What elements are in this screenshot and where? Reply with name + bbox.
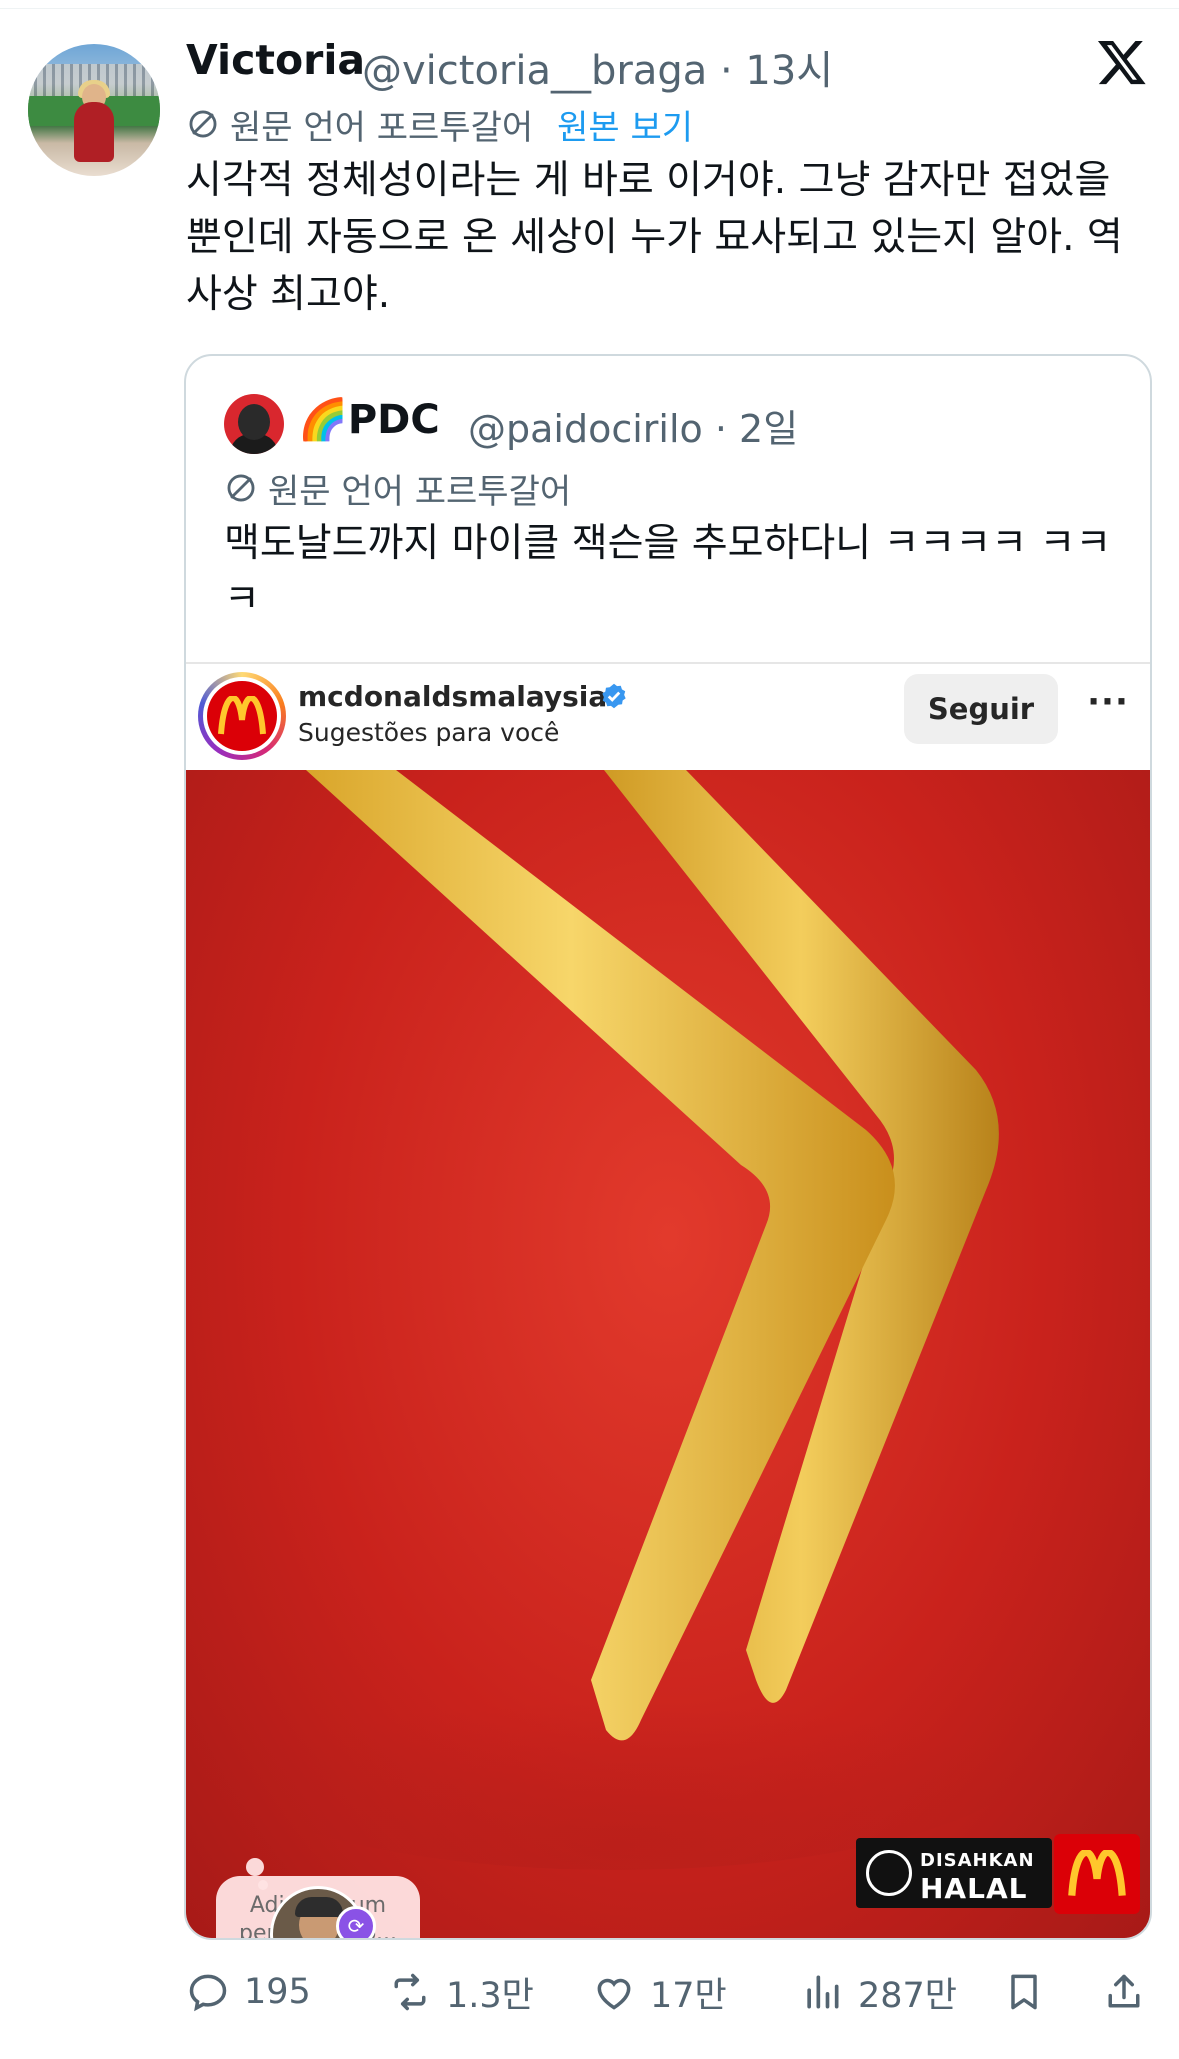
top-divider <box>0 8 1179 9</box>
instagram-username: mcdonaldsmalaysia <box>298 680 608 713</box>
heart-icon <box>597 1978 631 2010</box>
tweet-text: 시각적 정체성이라는 게 바로 이거야. 그냥 감자만 접었을 뿐인데 자동으로… <box>186 158 1123 317</box>
views-chart-icon <box>807 1975 839 2009</box>
like-count: 17만 <box>650 1975 727 2016</box>
reply-icon <box>189 1974 227 2012</box>
halal-seal-icon <box>866 1850 912 1896</box>
author-handle[interactable]: @victoria__braga <box>362 48 707 94</box>
attached-image[interactable]: mcdonaldsmalaysia Sugestões para você Se… <box>186 662 1150 1938</box>
instagram-follow-button: Seguir <box>904 674 1058 744</box>
bookmark-icon <box>1011 1974 1037 2010</box>
quoted-time[interactable]: 2일 <box>739 407 798 451</box>
repost-icon <box>394 1973 426 2011</box>
share-button[interactable] <box>1102 1962 1146 2022</box>
repost-badge-icon: ⟳ <box>336 1906 376 1938</box>
repost-button[interactable]: 1.3만 <box>388 1962 534 2022</box>
instagram-story-ring <box>198 672 286 760</box>
rainbow-emoji-icon: 🌈 <box>298 397 348 443</box>
quoted-handle-time: @paidocirilo · 2일 <box>468 407 799 451</box>
tweet-action-bar: 195 1.3만 17만 287만 <box>186 1962 1152 2022</box>
instagram-more-icon: ··· <box>1087 682 1129 722</box>
mcdonalds-arches-icon <box>1054 1834 1140 1914</box>
reply-button[interactable]: 195 <box>186 1962 311 2022</box>
view-original-link[interactable]: 원본 보기 <box>557 100 693 149</box>
quoted-author-name[interactable]: 🌈PDC <box>298 396 440 443</box>
bookmark-button[interactable] <box>1002 1962 1046 2022</box>
verified-badge-icon <box>602 683 626 709</box>
x-logo-icon[interactable] <box>1096 36 1148 88</box>
dot-separator: · <box>707 48 746 94</box>
author-handle-time: @victoria__braga · 13시 <box>362 38 833 96</box>
author-avatar[interactable] <box>28 44 160 176</box>
tweet-time[interactable]: 13시 <box>745 48 833 94</box>
fries-illustration <box>196 770 1036 1870</box>
quoted-tweet-card[interactable]: 🌈PDC @paidocirilo · 2일 원문 언어 포르투갈어 맥도날드까… <box>184 354 1152 1940</box>
halal-line2: HALAL <box>920 1872 1028 1905</box>
translate-icon <box>227 474 255 502</box>
views-button[interactable]: 287만 <box>800 1962 957 2022</box>
halal-badge: DISAHKAN HALAL <box>856 1838 1052 1908</box>
repost-count: 1.3만 <box>446 1975 534 2016</box>
like-button[interactable]: 17만 <box>592 1962 727 2022</box>
quoted-author-handle[interactable]: @paidocirilo <box>468 407 703 451</box>
author-name[interactable]: Victoria <box>186 36 365 84</box>
translated-from-label: 원문 언어 포르투갈어 <box>230 107 534 148</box>
fries-photo: Adicione um pensamento... <box>186 770 1150 1938</box>
translation-info: 원문 언어 포르투갈어 원본 보기 <box>186 100 693 149</box>
quoted-author-avatar[interactable] <box>224 394 284 454</box>
view-count: 287만 <box>858 1975 958 2016</box>
quoted-tweet-text: 맥도날드까지 마이클 잭슨을 추모하다니 ㅋㅋㅋㅋ ㅋㅋㅋ <box>224 521 1112 622</box>
quoted-translated-from-label: 원문 언어 포르투갈어 <box>268 471 572 512</box>
tweet-detail: Victoria @victoria__braga · 13시 원문 언어 포르… <box>0 0 1179 2059</box>
reply-count: 195 <box>244 1972 311 2012</box>
translate-icon <box>189 110 217 138</box>
quoted-translation-info: 원문 언어 포르투갈어 <box>224 466 572 512</box>
mcdonalds-logo-icon <box>207 681 277 751</box>
halal-line1: DISAHKAN <box>920 1850 1035 1871</box>
instagram-subtitle: Sugestões para você <box>298 718 560 747</box>
share-icon <box>1108 1974 1140 2008</box>
